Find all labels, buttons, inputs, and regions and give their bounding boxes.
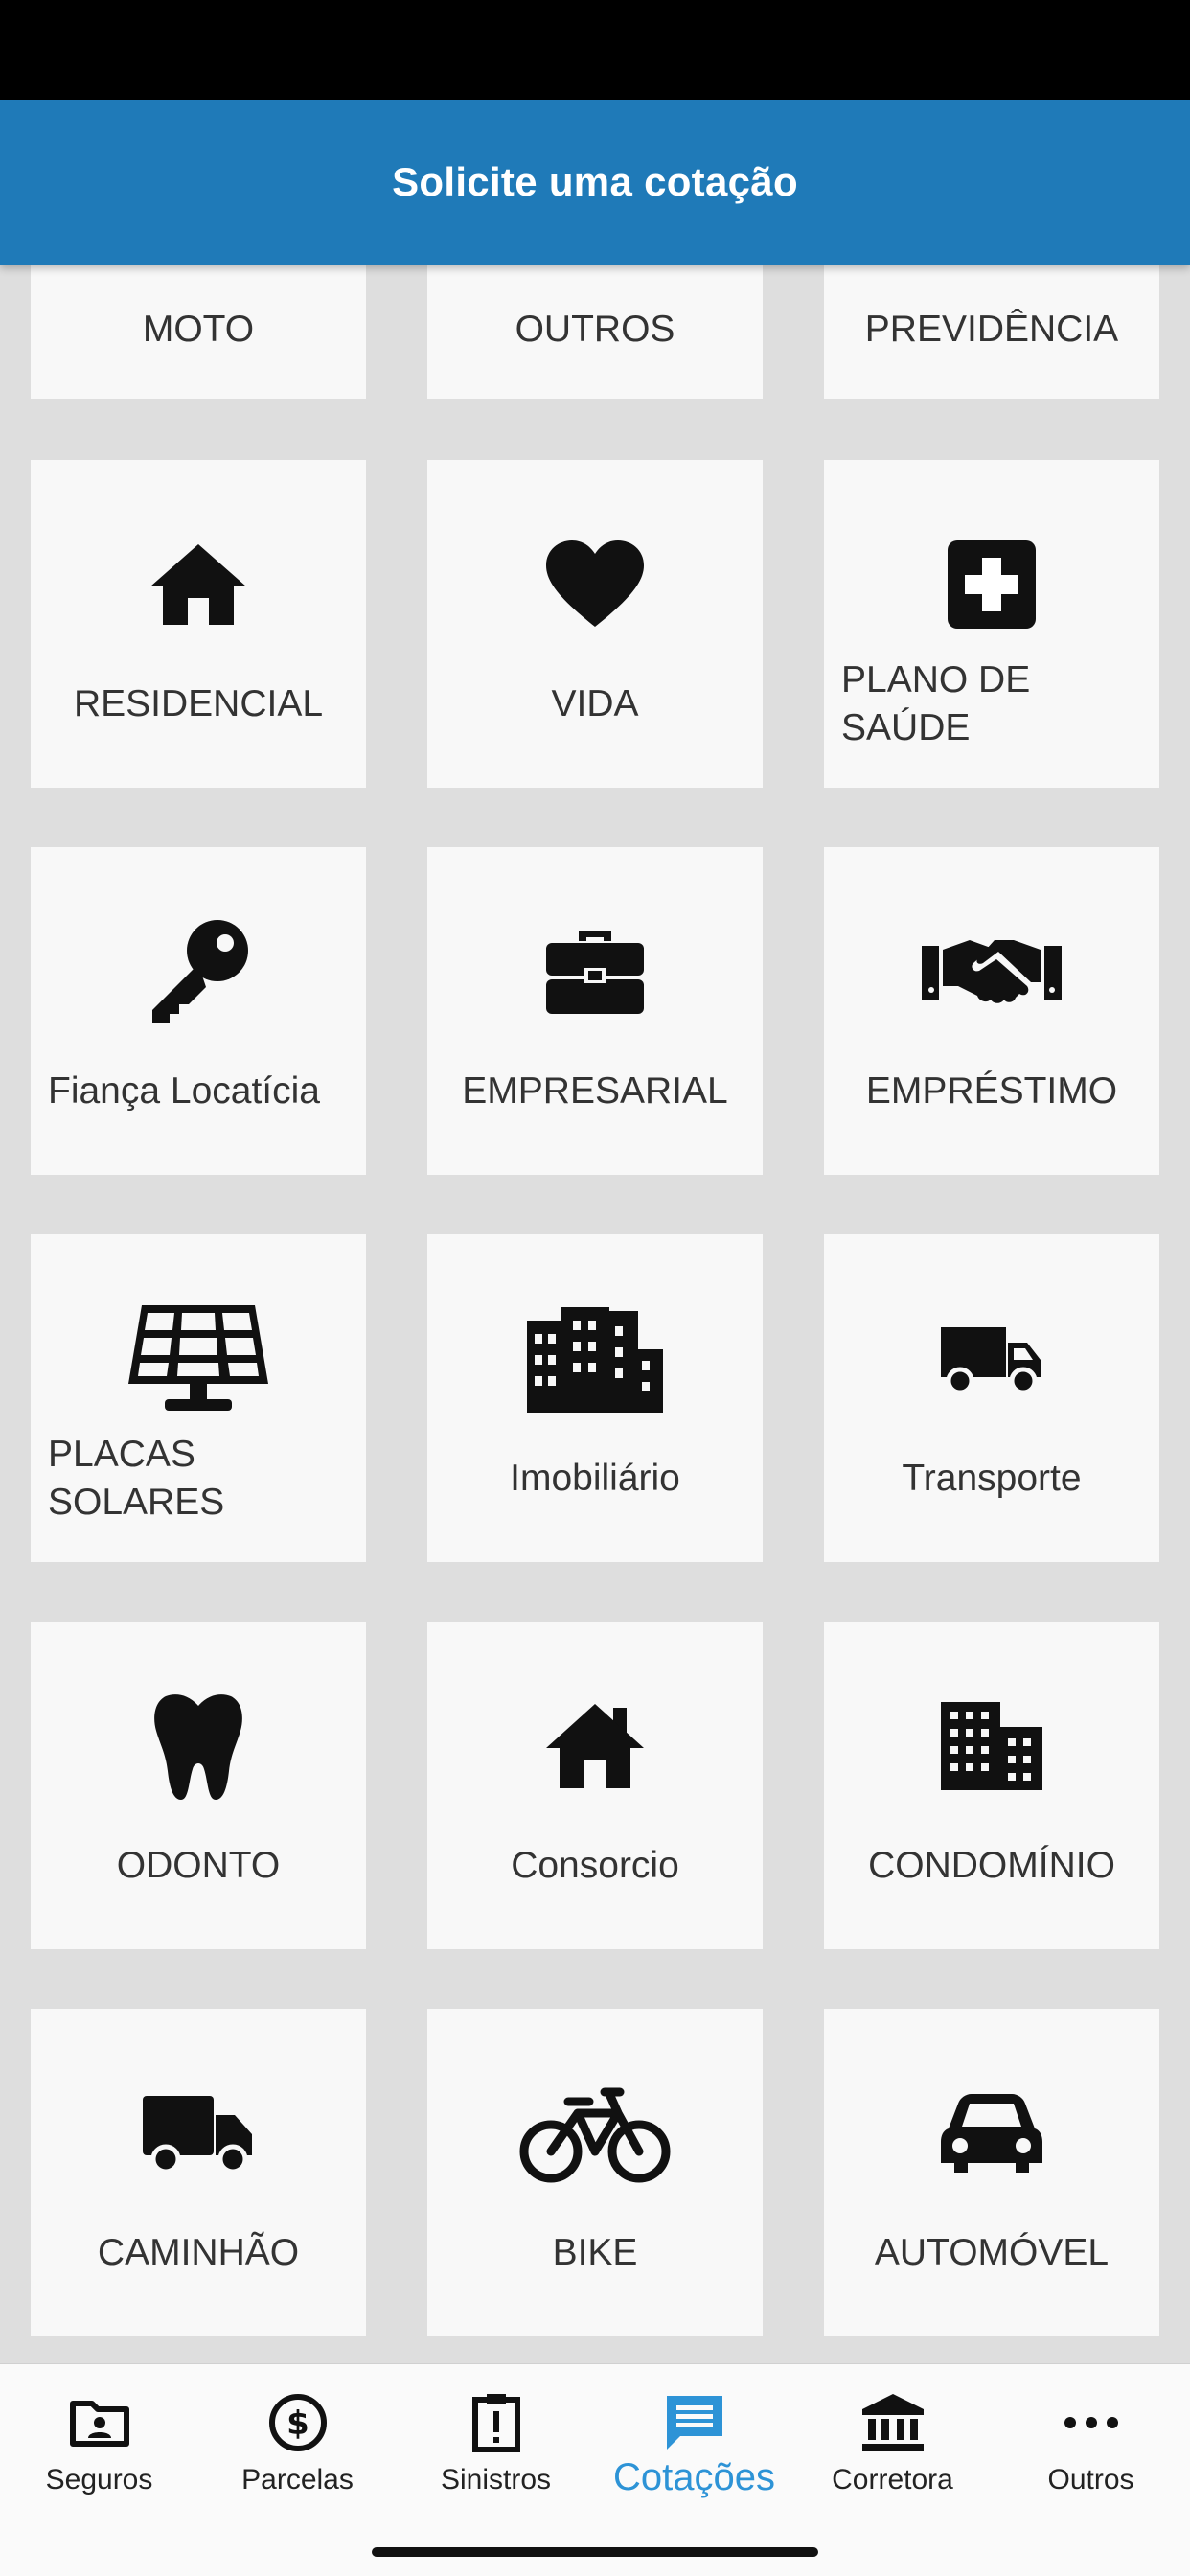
app-bar: Solicite uma cotação <box>0 100 1190 264</box>
tile-label: CONDOMÍNIO <box>868 1845 1115 1886</box>
quote-category-grid[interactable]: MOTO OUTROS PREVIDÊNCIA RESIDENCIAL VIDA… <box>0 264 1190 2363</box>
tooth-icon <box>31 1689 366 1804</box>
home-indicator-area <box>0 2528 1190 2576</box>
tile-label: EMPRÉSTIMO <box>865 1070 1118 1112</box>
tile-label: Transporte <box>902 1458 1082 1499</box>
tile-outros[interactable]: OUTROS <box>427 264 763 399</box>
tile-label: Fiança Locatícia <box>48 1070 320 1112</box>
handshake-icon <box>824 914 1159 1029</box>
nav-item-cotacoes[interactable]: Cotações <box>604 2364 786 2499</box>
tile-caminhao[interactable]: CAMINHÃO <box>31 2009 366 2336</box>
nav-label: Corretora <box>832 2464 953 2496</box>
tile-residencial[interactable]: RESIDENCIAL <box>31 460 366 788</box>
tile-bike[interactable]: BIKE <box>427 2009 763 2336</box>
home-indicator[interactable] <box>372 2547 818 2557</box>
nav-label: Cotações <box>613 2456 775 2498</box>
tile-label: Consorcio <box>511 1845 679 1886</box>
building-icon <box>824 1689 1159 1804</box>
tile-label: AUTOMÓVEL <box>874 2232 1110 2273</box>
tile-moto[interactable]: MOTO <box>31 264 366 399</box>
key-icon <box>31 914 366 1029</box>
delivery-truck-icon <box>824 1301 1159 1416</box>
nav-label: Outros <box>1047 2464 1134 2496</box>
bank-icon <box>860 2389 926 2456</box>
house-chimney-icon <box>427 1689 763 1804</box>
nav-item-corretora[interactable]: Corretora <box>802 2364 984 2496</box>
tile-plano-de-saude[interactable]: PLANO DE SAÚDE <box>824 460 1159 788</box>
tile-label: VIDA <box>551 683 639 724</box>
tile-label: RESIDENCIAL <box>73 683 324 724</box>
tile-label: Imobiliário <box>510 1458 680 1499</box>
tile-emprestimo[interactable]: EMPRÉSTIMO <box>824 847 1159 1175</box>
nav-item-seguros[interactable]: Seguros <box>9 2364 191 2496</box>
tile-label: OUTROS <box>515 309 675 350</box>
status-bar <box>0 0 1190 100</box>
tile-label: ODONTO <box>116 1845 281 1886</box>
nav-item-parcelas[interactable]: $ Parcelas <box>207 2364 389 2496</box>
medical-plus-icon <box>824 527 1159 642</box>
briefcase-icon <box>427 914 763 1029</box>
tile-label: PLACAS SOLARES <box>48 1434 225 1523</box>
folder-user-icon <box>69 2389 130 2456</box>
nav-item-sinistros[interactable]: Sinistros <box>405 2364 587 2496</box>
tile-consorcio[interactable]: Consorcio <box>427 1622 763 1949</box>
heart-icon <box>427 527 763 642</box>
tile-vida[interactable]: VIDA <box>427 460 763 788</box>
nav-item-outros[interactable]: Outros <box>1000 2364 1182 2496</box>
tile-condominio[interactable]: CONDOMÍNIO <box>824 1622 1159 1949</box>
tile-transporte[interactable]: Transporte <box>824 1234 1159 1562</box>
svg-text:$: $ <box>286 2404 309 2443</box>
tile-label: BIKE <box>552 2232 638 2273</box>
tile-automovel[interactable]: AUTOMÓVEL <box>824 2009 1159 2336</box>
tile-label: CAMINHÃO <box>97 2232 300 2273</box>
tile-previdencia[interactable]: PREVIDÊNCIA <box>824 264 1159 399</box>
dollar-circle-icon: $ <box>267 2389 329 2456</box>
car-icon <box>824 2076 1159 2191</box>
bottom-navigation: Seguros $ Parcelas Sinistros Cotações Co… <box>0 2363 1190 2529</box>
solar-panel-icon <box>31 1301 366 1416</box>
tile-label: PLANO DE SAÚDE <box>841 659 1031 748</box>
tile-fianca-locaticia[interactable]: Fiança Locatícia <box>31 847 366 1175</box>
more-dots-icon <box>1063 2389 1120 2456</box>
tile-odonto[interactable]: ODONTO <box>31 1622 366 1949</box>
nav-label: Seguros <box>45 2464 153 2496</box>
alert-clipboard-icon <box>469 2389 523 2456</box>
nav-label: Sinistros <box>440 2464 552 2496</box>
tile-placas-solares[interactable]: PLACAS SOLARES <box>31 1234 366 1562</box>
truck-icon <box>31 2076 366 2191</box>
city-buildings-icon <box>427 1301 763 1416</box>
chat-icon <box>663 2389 726 2456</box>
page-title: Solicite uma cotação <box>392 159 798 204</box>
tile-imobiliario[interactable]: Imobiliário <box>427 1234 763 1562</box>
tile-empresarial[interactable]: EMPRESARIAL <box>427 847 763 1175</box>
tile-label: MOTO <box>142 309 255 350</box>
tile-label: PREVIDÊNCIA <box>864 309 1119 350</box>
bicycle-icon <box>427 2076 763 2191</box>
home-icon <box>31 527 366 642</box>
tile-label: EMPRESARIAL <box>462 1070 728 1112</box>
nav-label: Parcelas <box>241 2464 354 2496</box>
